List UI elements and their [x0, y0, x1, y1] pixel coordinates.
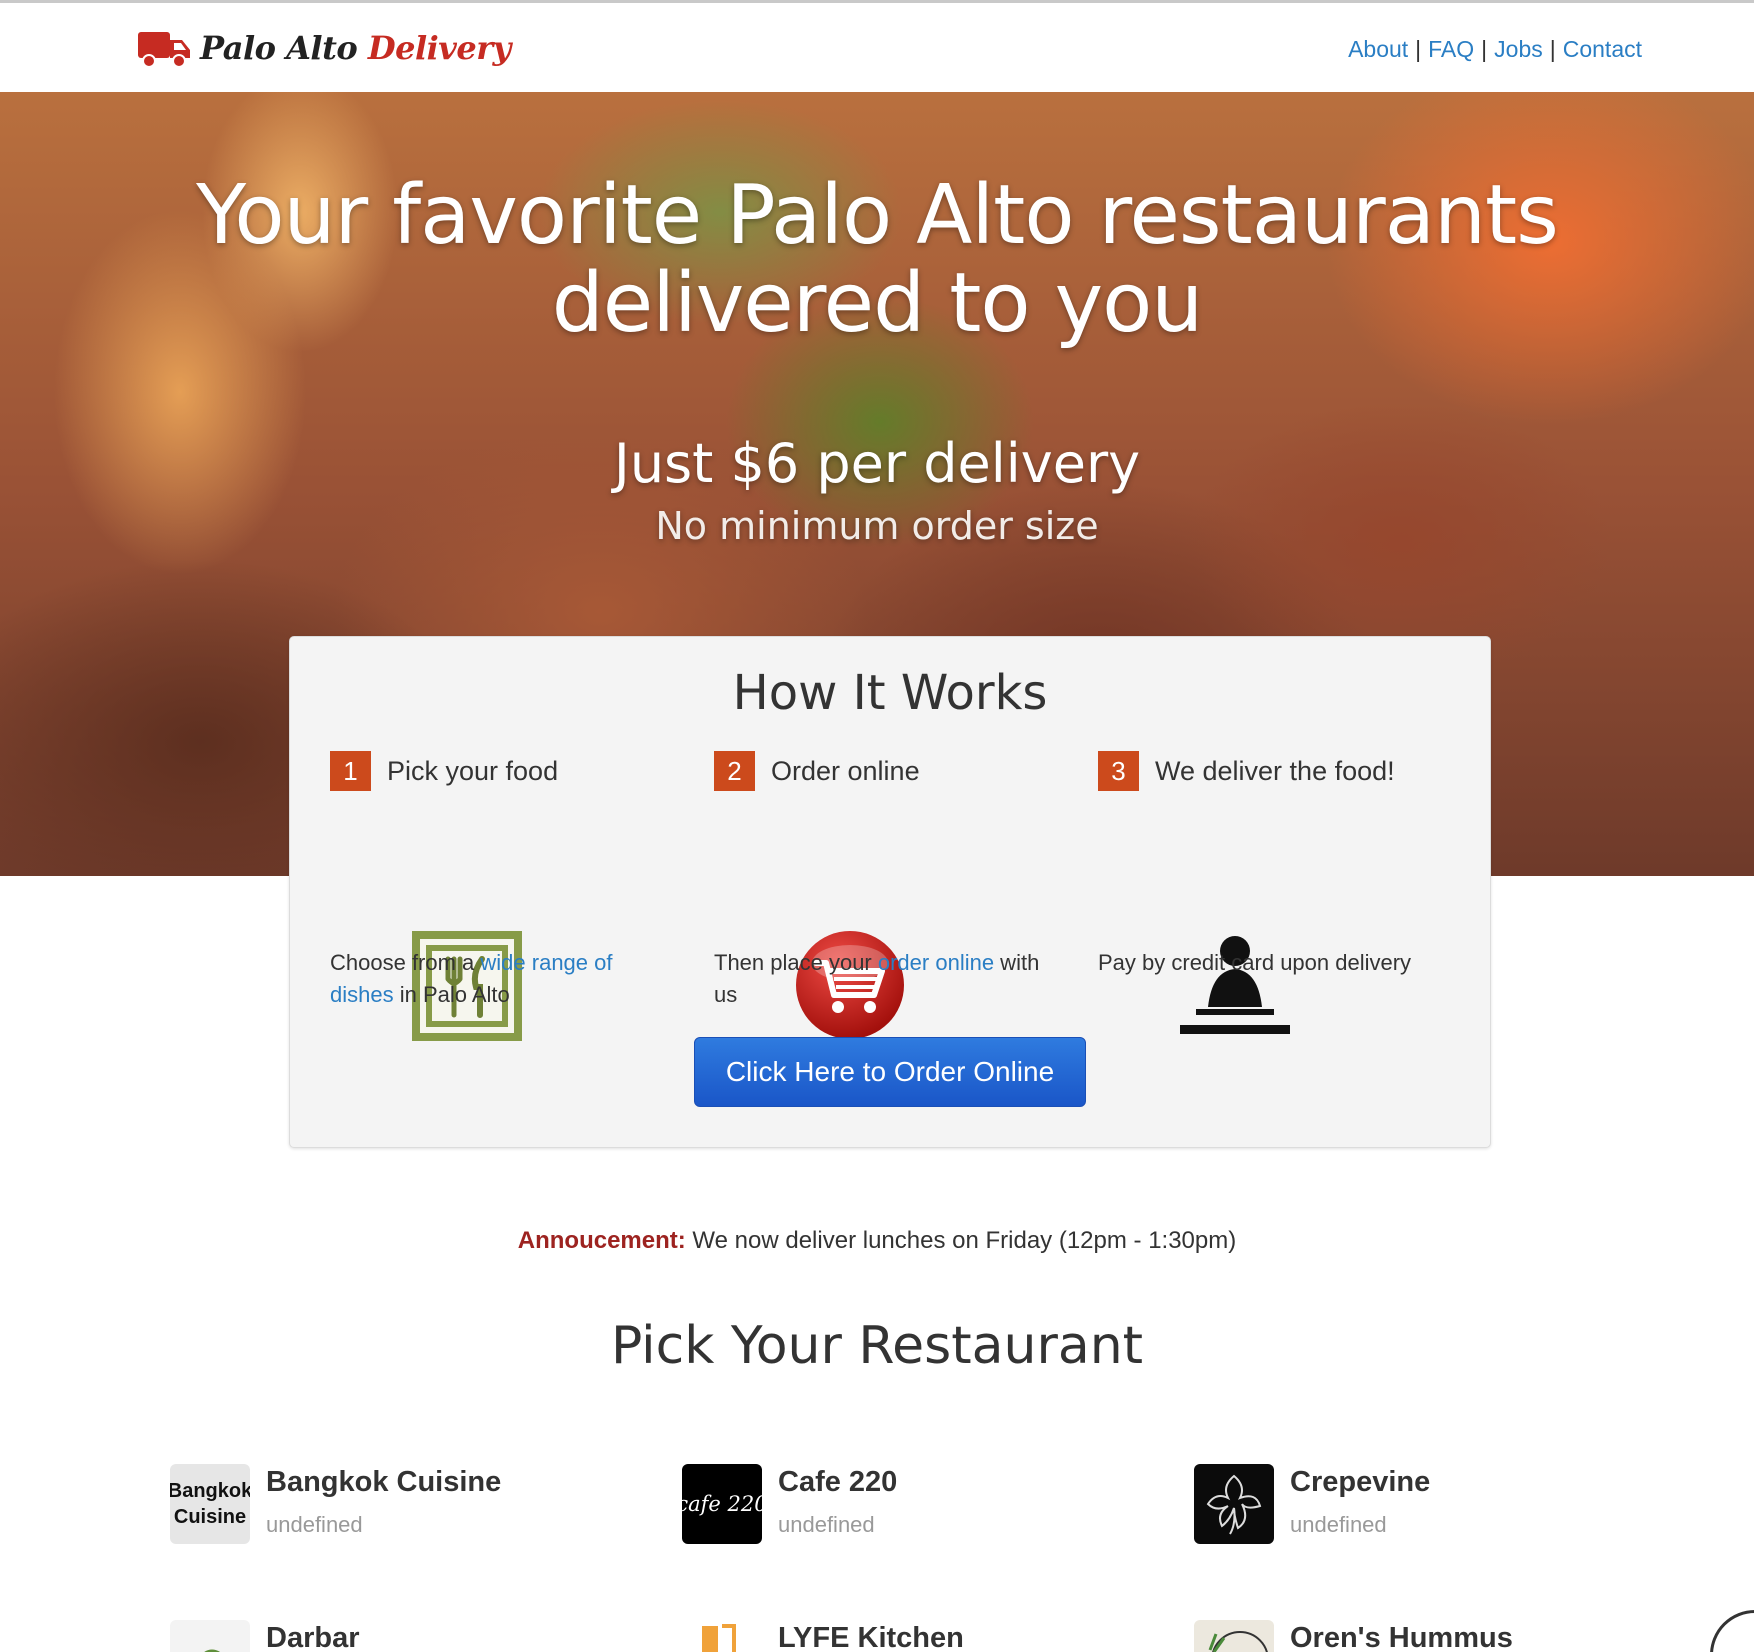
restaurant-name: Bangkok Cuisine [266, 1466, 502, 1498]
step-header: 2 Order online [714, 751, 1054, 791]
restaurant-card-orens-hummus[interactable]: Oren's Hummus [1194, 1620, 1664, 1652]
restaurant-name: LYFE Kitchen [778, 1622, 964, 1652]
darbar-logo-icon [204, 1649, 221, 1652]
step-header: 1 Pick your food [330, 751, 670, 791]
lyfe-logo-icon [702, 1624, 736, 1652]
restaurant-name: Oren's Hummus [1290, 1622, 1513, 1652]
restaurant-logo [170, 1620, 250, 1652]
step-number-badge: 1 [330, 751, 371, 791]
step-description: Choose from a wide range of dishes in Pa… [330, 947, 670, 1011]
how-it-works-title: How It Works [732, 665, 1048, 721]
restaurant-card-lyfe-kitchen[interactable]: LYFE Kitchen [682, 1620, 1152, 1652]
brand-name-part1: Palo Alto [200, 29, 358, 67]
restaurant-name: Cafe 220 [778, 1466, 898, 1498]
hero-price: Just $6 per delivery [613, 432, 1141, 495]
how-it-works-panel: How It Works 1 Pick your food Choose fro… [289, 636, 1491, 1148]
brand-logo[interactable]: Palo Alto Delivery [136, 23, 511, 73]
restaurant-name: Darbar [266, 1622, 360, 1652]
step-2: 2 Order online Then place your order onl… [714, 751, 1054, 1039]
step-title: Pick your food [387, 755, 559, 786]
nav-separator: | [1549, 36, 1556, 62]
restaurant-logo-text: Bangkok [170, 1480, 250, 1502]
step-1: 1 Pick your food Choose from a wide rang… [330, 751, 670, 1041]
restaurant-logo-text: Cuisine [173, 1506, 247, 1528]
nav-faq-link[interactable]: FAQ [1428, 36, 1474, 63]
restaurant-card-cafe-220[interactable]: cafe 220 Cafe 220 undefined [682, 1464, 1152, 1554]
nav-links: About | FAQ | Jobs | Contact [1348, 36, 1642, 63]
step-number-badge: 3 [1098, 751, 1139, 791]
step-number-badge: 2 [714, 751, 755, 791]
step-description: Then place your order online with us [714, 947, 1054, 1011]
announcement: Annoucement: We now deliver lunches on F… [0, 1227, 1754, 1255]
step-description: Pay by credit card upon delivery [1098, 947, 1438, 979]
restaurant-card-darbar[interactable]: Darbar [170, 1620, 640, 1652]
pick-restaurant-title: Pick Your Restaurant [610, 1316, 1144, 1376]
truck-icon [138, 32, 190, 68]
nav-separator: | [1415, 36, 1422, 62]
step-title: Order online [771, 755, 920, 786]
navbar: Palo Alto Delivery About | FAQ | Jobs | … [0, 3, 1754, 92]
announcement-label: Annoucement: [517, 1227, 686, 1254]
restaurant-card-crepevine[interactable]: Crepevine undefined [1194, 1464, 1664, 1554]
announcement-text: We now deliver lunches on Friday (12pm -… [685, 1227, 1237, 1254]
nav-about-link[interactable]: About [1348, 36, 1408, 63]
step-desc-text: in Palo Alto [393, 982, 510, 1007]
step-desc-text: Then place your [714, 950, 878, 975]
order-online-link[interactable]: order online [878, 950, 994, 975]
brand-name-part2: Delivery [367, 29, 511, 67]
scroll-to-top-button[interactable] [1710, 1610, 1754, 1652]
hero-headline-line1: Your favorite Palo Alto restaurants [196, 168, 1559, 263]
vine-leaf-icon [1206, 1474, 1262, 1535]
step-header: 3 We deliver the food! [1098, 751, 1438, 791]
restaurant-subtitle: undefined [266, 1512, 363, 1537]
orens-logo-icon [1208, 1631, 1268, 1652]
restaurant-logo [1194, 1620, 1274, 1652]
brand-name: Palo Alto Delivery [200, 29, 511, 67]
nav-separator: | [1481, 36, 1488, 62]
step-3: 3 We deliver the food! Pay by credit car… [1098, 751, 1438, 1034]
restaurant-subtitle: undefined [1290, 1512, 1387, 1537]
restaurant-logo-text: cafe 220 [682, 1492, 762, 1516]
step-desc-text: Pay by credit card upon delivery [1098, 950, 1412, 975]
restaurant-subtitle: undefined [778, 1512, 875, 1537]
restaurant-logo: Bangkok Cuisine [170, 1464, 250, 1544]
hero-minimum: No minimum order size [655, 504, 1099, 548]
nav-contact-link[interactable]: Contact [1563, 36, 1642, 63]
order-online-button[interactable]: Click Here to Order Online [694, 1037, 1086, 1107]
hero-headline: Your favorite Palo Alto restaurants deli… [0, 172, 1754, 348]
restaurant-logo [1194, 1464, 1274, 1544]
restaurant-name: Crepevine [1290, 1466, 1431, 1498]
hero-headline-line2: delivered to you [551, 256, 1204, 351]
restaurant-logo [682, 1620, 762, 1652]
step-desc-text: Choose from a [330, 950, 481, 975]
step-title: We deliver the food! [1155, 755, 1395, 786]
restaurant-logo: cafe 220 [682, 1464, 762, 1544]
nav-jobs-link[interactable]: Jobs [1494, 36, 1543, 63]
restaurant-card-bangkok-cuisine[interactable]: Bangkok Cuisine Bangkok Cuisine undefine… [170, 1464, 640, 1554]
cashier-person-icon [1180, 936, 1290, 1034]
